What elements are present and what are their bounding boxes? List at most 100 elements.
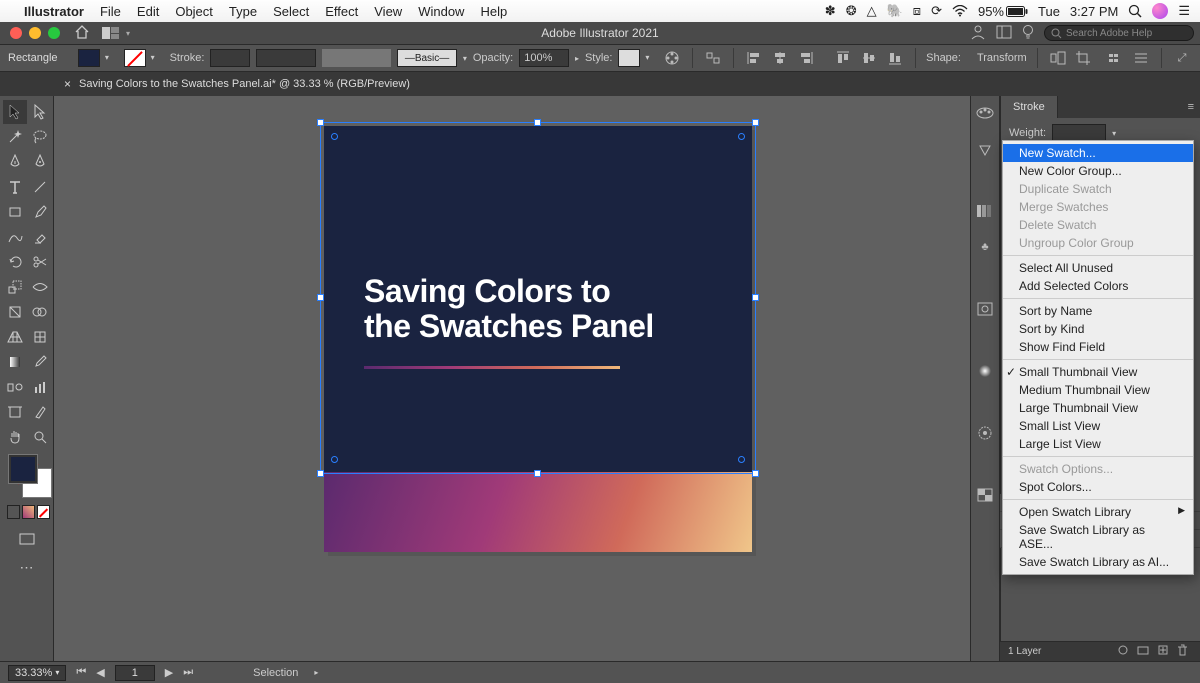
gradient-panel-icon[interactable] — [974, 360, 996, 382]
layers-new-icon[interactable] — [1157, 644, 1169, 659]
menubar-wifi-icon[interactable] — [952, 5, 968, 17]
fill-swatch[interactable]: ▾ — [78, 49, 100, 67]
line-tool[interactable] — [28, 175, 52, 199]
menubar-extra-icon[interactable]: ✽ — [825, 3, 836, 19]
options-extra2-icon[interactable] — [1131, 48, 1151, 68]
menu-item[interactable]: Small List View — [1003, 417, 1193, 435]
layers-trash-icon[interactable] — [1177, 644, 1188, 659]
zoom-window-icon[interactable] — [48, 27, 60, 39]
transform-link[interactable]: Transform — [977, 52, 1027, 64]
close-tab-icon[interactable]: × — [64, 77, 71, 91]
eraser-tool[interactable] — [28, 225, 52, 249]
corner-widget-nw[interactable] — [331, 133, 338, 140]
brush-preview[interactable] — [322, 49, 392, 67]
shape-menu-label[interactable]: Shape: — [926, 52, 961, 64]
menu-item[interactable]: Sort by Name — [1003, 302, 1193, 320]
screen-mode-icon[interactable] — [15, 527, 39, 551]
window-controls[interactable] — [10, 27, 60, 39]
menubar-day[interactable]: Tue — [1038, 4, 1060, 19]
menu-item[interactable]: Large List View — [1003, 435, 1193, 453]
layers-locate-icon[interactable] — [1117, 644, 1129, 659]
stroke-panel-tab[interactable]: Stroke — [1001, 96, 1058, 118]
align-left-icon[interactable] — [744, 48, 764, 68]
lightbulb-icon[interactable] — [1022, 24, 1034, 43]
rectangle-tool[interactable] — [3, 200, 27, 224]
stroke-profile-select[interactable] — [256, 49, 316, 67]
symbols-panel-icon[interactable] — [974, 298, 996, 320]
artboard-next-icon[interactable]: ▶ — [165, 666, 173, 679]
menubar-evernote-icon[interactable]: 🐘 — [887, 3, 903, 19]
sel-handle-se[interactable] — [752, 470, 759, 477]
crop-icon[interactable] — [1074, 48, 1094, 68]
home-icon[interactable] — [74, 25, 90, 42]
menu-item[interactable]: Open Swatch Library — [1003, 503, 1193, 521]
status-flyout-icon[interactable]: ▸ — [314, 668, 318, 677]
gradient-tool[interactable] — [3, 350, 27, 374]
panel-flyout-icon[interactable]: ≡ — [1182, 101, 1200, 113]
sel-handle-e[interactable] — [752, 294, 759, 301]
align-right-icon[interactable] — [796, 48, 816, 68]
selection-tool[interactable] — [3, 100, 27, 124]
fill-color-box[interactable] — [9, 455, 37, 483]
isolate-icon[interactable] — [1048, 48, 1068, 68]
layers-new-sublayer-icon[interactable] — [1137, 644, 1149, 659]
search-help-input[interactable]: Search Adobe Help — [1044, 25, 1194, 41]
sel-handle-w[interactable] — [317, 294, 324, 301]
menubar-battery[interactable]: 95% — [978, 4, 1028, 19]
sel-handle-nw[interactable] — [317, 119, 324, 126]
scale-tool[interactable] — [3, 275, 27, 299]
shape-builder-tool[interactable] — [28, 300, 52, 324]
menu-item[interactable]: Save Swatch Library as AI... — [1003, 553, 1193, 571]
menubar-triangle-icon[interactable]: △ — [867, 3, 877, 19]
menubar-list-icon[interactable]: ☰ — [1178, 3, 1190, 19]
arrange-icon[interactable] — [996, 25, 1012, 42]
menubar-cc-icon[interactable]: ❂ — [846, 3, 857, 19]
align-panel-icon[interactable] — [703, 48, 723, 68]
menu-item[interactable]: Sort by Kind — [1003, 320, 1193, 338]
width-tool[interactable] — [28, 275, 52, 299]
menu-help[interactable]: Help — [480, 4, 507, 19]
corner-widget-sw[interactable] — [331, 456, 338, 463]
blend-tool[interactable] — [3, 375, 27, 399]
align-vcenter-icon[interactable] — [859, 48, 879, 68]
align-top-icon[interactable] — [834, 48, 854, 68]
pen-tool[interactable] — [3, 150, 27, 174]
options-extra1-icon[interactable] — [1105, 48, 1125, 68]
menu-file[interactable]: File — [100, 4, 121, 19]
color-panel-icon[interactable] — [974, 102, 996, 124]
eyedropper-tool[interactable] — [28, 350, 52, 374]
magic-wand-tool[interactable] — [3, 125, 27, 149]
type-tool[interactable] — [3, 175, 27, 199]
close-window-icon[interactable] — [10, 27, 22, 39]
stroke-weight-input[interactable] — [210, 49, 250, 67]
paintbrush-tool[interactable] — [28, 200, 52, 224]
zoom-tool[interactable] — [28, 425, 52, 449]
document-tab[interactable]: × Saving Colors to the Swatches Panel.ai… — [64, 77, 410, 91]
menu-window[interactable]: Window — [418, 4, 464, 19]
slice-tool[interactable] — [28, 400, 52, 424]
fill-stroke-indicator[interactable] — [3, 455, 50, 499]
artboard-number-field[interactable]: 1 — [115, 665, 155, 681]
artboard-next-last-icon[interactable]: ⏭ — [183, 666, 193, 679]
mesh-tool[interactable] — [28, 325, 52, 349]
sel-handle-n[interactable] — [534, 119, 541, 126]
color-guide-icon[interactable] — [974, 138, 996, 160]
menu-type[interactable]: Type — [229, 4, 257, 19]
align-hcenter-icon[interactable] — [770, 48, 790, 68]
hand-tool[interactable] — [3, 425, 27, 449]
menu-app[interactable]: Illustrator — [24, 4, 84, 19]
column-graph-tool[interactable] — [28, 375, 52, 399]
scissors-tool[interactable] — [28, 250, 52, 274]
edit-toolbar-icon[interactable]: ⋯ — [15, 555, 39, 579]
free-transform-tool[interactable] — [3, 300, 27, 324]
menubar-sync-icon[interactable]: ⟳ — [931, 3, 942, 19]
menu-item[interactable]: Medium Thumbnail View — [1003, 381, 1193, 399]
zoom-field[interactable]: 33.33% ▾ — [8, 665, 66, 681]
opacity-input[interactable]: 100% — [519, 49, 569, 67]
menubar-time[interactable]: 3:27 PM — [1070, 4, 1118, 19]
menu-item[interactable]: Large Thumbnail View — [1003, 399, 1193, 417]
menu-item[interactable]: New Swatch... — [1003, 144, 1193, 162]
menu-view[interactable]: View — [374, 4, 402, 19]
menu-item[interactable]: Save Swatch Library as ASE... — [1003, 521, 1193, 553]
rotate-tool[interactable] — [3, 250, 27, 274]
